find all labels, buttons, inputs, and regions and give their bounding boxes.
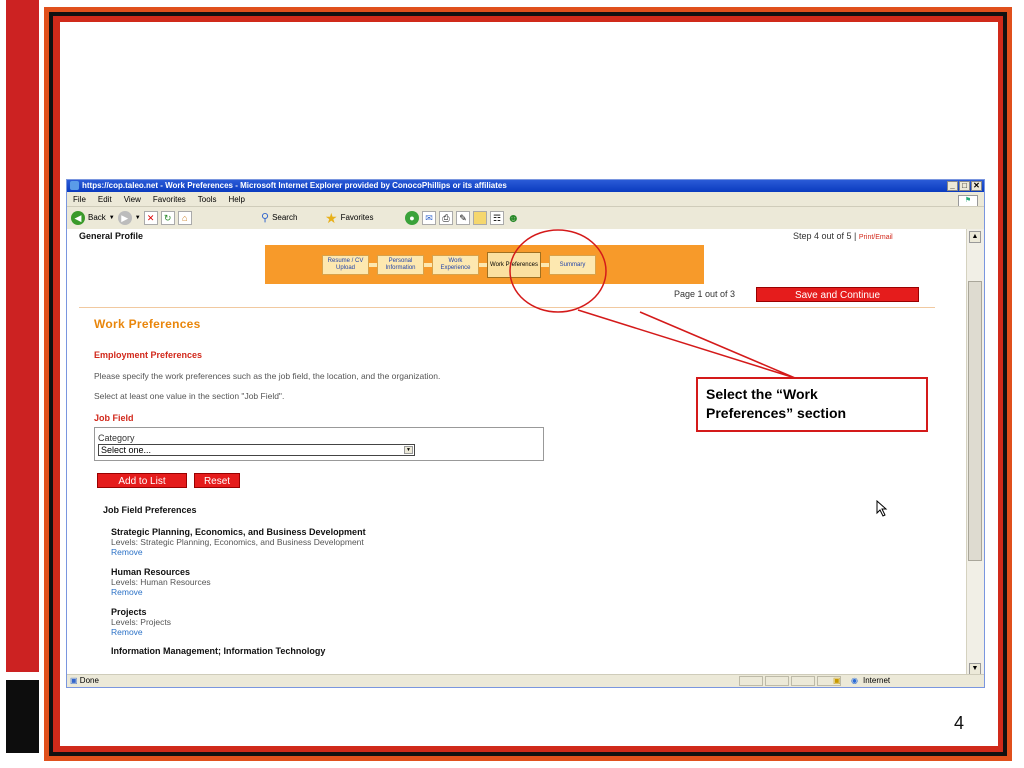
preference-item: Information Management; Information Tech… [111,646,325,656]
dropdown-arrow-icon[interactable]: ▼ [404,446,413,454]
preference-title: Strategic Planning, Economics, and Busin… [111,527,366,537]
maximize-button[interactable]: □ [959,181,970,191]
page-icon: ▣ [70,676,78,685]
step-personal-information[interactable]: Personal Information [377,255,424,275]
left-dark-block [6,680,39,753]
step-connector [369,263,377,267]
step-work-experience[interactable]: Work Experience [432,255,479,275]
divider [79,307,935,308]
menu-favorites[interactable]: Favorites [153,195,186,204]
step-summary[interactable]: Summary [549,255,596,275]
scroll-up-icon[interactable]: ▲ [969,231,981,243]
application-progress-bar: Resume / CV Upload Personal Information … [265,245,704,284]
messenger-icon[interactable]: ☻ [507,207,520,229]
instruction-text-job-field: Select at least one value in the section… [94,391,285,401]
preference-title: Human Resources [111,567,191,577]
forward-arrow-icon[interactable]: ▶ [117,211,132,225]
scrollbar-thumb[interactable] [968,281,982,561]
back-button[interactable]: Back [88,207,106,229]
slide-page-number: 4 [953,713,964,733]
category-select-value: Select one... [101,445,152,455]
menu-help[interactable]: Help [228,195,244,204]
refresh-icon[interactable]: ↻ [160,211,175,225]
research-icon[interactable]: ☶ [490,211,504,225]
stop-icon[interactable]: ✕ [143,211,158,225]
general-profile-title: General Profile [79,231,144,241]
category-select[interactable]: Select one... ▼ [98,444,415,456]
job-field-preferences-heading: Job Field Preferences [103,505,197,515]
preference-levels: Levels: Projects [111,617,171,627]
remove-link[interactable]: Remove [111,547,366,557]
search-icon[interactable]: ⚲ [261,207,269,229]
search-button[interactable]: Search [272,207,297,229]
instruction-text: Please specify the work preferences such… [94,371,441,381]
preference-levels: Levels: Human Resources [111,577,211,587]
minimize-button[interactable]: _ [947,181,958,191]
lock-icon: ▣ [833,676,841,685]
step-indicator: Step 4 out of 5 | Print/Email [793,231,893,241]
favorites-star-icon[interactable]: ★ [325,207,338,229]
status-cell [791,676,815,686]
ie-icon [70,181,79,190]
add-to-list-button[interactable]: Add to List [97,473,187,488]
step-connector [541,263,549,267]
preference-title: Information Management; Information Tech… [111,646,326,656]
preference-item: Strategic Planning, Economics, and Busin… [111,527,366,557]
status-text: Done [79,676,99,685]
reset-button[interactable]: Reset [194,473,240,488]
home-icon[interactable]: ⌂ [177,211,192,225]
mouse-cursor-icon [876,500,888,517]
work-preferences-heading: Work Preferences [94,317,201,331]
favorites-button[interactable]: Favorites [341,207,374,229]
status-cell [739,676,763,686]
employment-preferences-heading: Employment Preferences [94,350,203,360]
preference-title: Projects [111,607,147,617]
print-email-link[interactable]: Print/Email [859,234,893,241]
step-work-preferences[interactable]: Work Preferences [487,252,541,278]
step-resume-upload[interactable]: Resume / CV Upload [322,255,369,275]
media-icon[interactable]: ● [405,211,419,225]
preference-item: Projects Levels: Projects Remove [111,607,171,637]
callout-line-1: Select the “Work [706,386,818,402]
browser-toolbar: ◀ Back ▼ ▶ ▼ ✕ ↻ ⌂ ⚲ Search ★ Favorites … [67,206,984,230]
menu-view[interactable]: View [124,195,141,204]
remove-link[interactable]: Remove [111,587,211,597]
internet-globe-icon: ◉ [851,676,858,685]
preference-levels: Levels: Strategic Planning, Economics, a… [111,537,364,547]
menu-file[interactable]: File [73,195,86,204]
zone-text: Internet [863,676,891,685]
mail-icon[interactable]: ✉ [422,211,436,225]
step-connector [424,263,432,267]
instruction-callout: Select the “Work Preferences” section [696,377,928,432]
menu-tools[interactable]: Tools [198,195,217,204]
job-field-heading: Job Field [94,413,134,423]
menu-edit[interactable]: Edit [98,195,112,204]
page-count: Page 1 out of 3 [674,289,736,299]
edit-icon[interactable]: ✎ [456,211,470,225]
category-label: Category [98,433,135,443]
back-arrow-icon[interactable]: ◀ [71,211,85,225]
ie-browser-window: https://cop.taleo.net - Work Preferences… [66,179,985,688]
close-button[interactable]: ✕ [971,181,982,191]
browser-title: https://cop.taleo.net - Work Preferences… [82,181,507,190]
left-decorative-strip [6,0,39,672]
web-page-content: General Profile Step 4 out of 5 | Print/… [67,229,967,677]
status-bar: ▣ Done ▣ ◉ Internet [67,674,984,687]
vertical-scrollbar[interactable]: ▲ ▼ [966,229,984,677]
print-icon[interactable]: ⎙ [439,211,453,225]
save-and-continue-button[interactable]: Save and Continue [756,287,919,302]
folder-icon[interactable] [473,211,487,225]
step-connector [479,263,487,267]
preference-item: Human Resources Levels: Human Resources … [111,567,211,597]
status-cell [765,676,789,686]
remove-link[interactable]: Remove [111,627,171,637]
menu-bar: File Edit View Favorites Tools Help [67,193,984,206]
browser-titlebar: https://cop.taleo.net - Work Preferences… [67,180,984,192]
callout-line-2: Preferences” section [706,405,847,421]
category-box: Category Select one... ▼ [94,427,544,461]
window-controls: _ □ ✕ [947,181,982,191]
step-label: Step 4 out of 5 [793,231,852,241]
